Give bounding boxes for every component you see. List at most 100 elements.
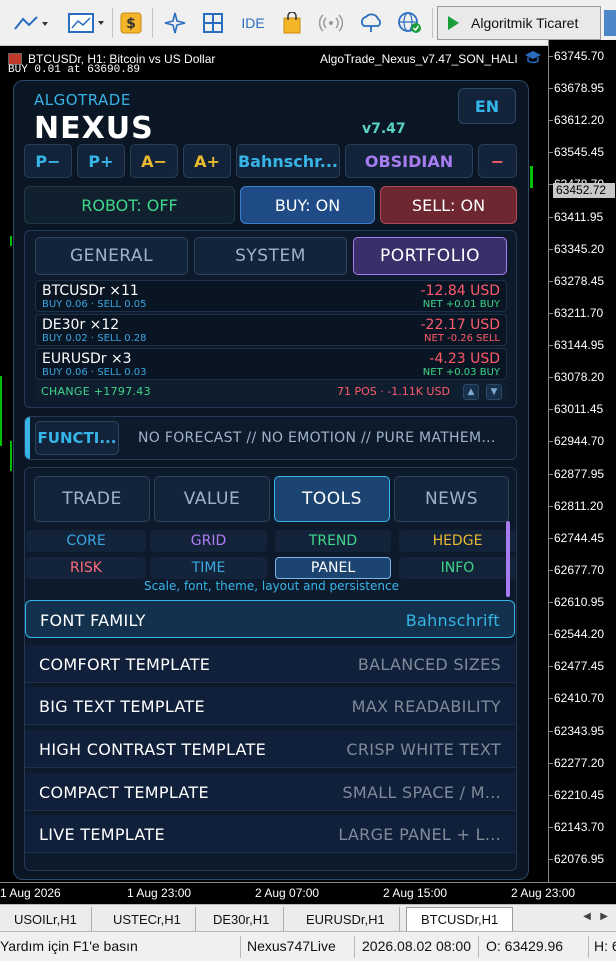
- subtab-time[interactable]: TIME: [150, 557, 267, 579]
- position-row[interactable]: EURUSDr ×3 BUY 0.06 · SELL 0.03 -4.23 US…: [35, 348, 507, 380]
- symbol-tab-ustec[interactable]: USTECr,H1: [99, 907, 196, 931]
- candle-bar: [10, 236, 12, 246]
- price-axis-label: 62677.70: [554, 562, 605, 577]
- tab-scroll-arrows[interactable]: ◀ ▶: [583, 911, 608, 922]
- price-axis-tick: [549, 826, 553, 828]
- theme-select-button[interactable]: OBSIDIAN: [345, 144, 473, 178]
- tools-section: TRADE VALUE TOOLS NEWS CORE GRID TREND H…: [24, 467, 517, 871]
- price-axis-tick: [549, 120, 553, 122]
- algo-trading-button[interactable]: Algoritmik Ticaret: [437, 6, 601, 40]
- tab-system[interactable]: SYSTEM: [194, 237, 347, 275]
- status-separator: [588, 936, 589, 958]
- panel-scale-down-button[interactable]: P−: [24, 144, 72, 178]
- signals-button[interactable]: [160, 8, 190, 38]
- list-item[interactable]: HIGH CONTRAST TEMPLATE CRISP WHITE TEXT: [25, 730, 515, 768]
- font-select-button[interactable]: Bahnschr...: [236, 144, 340, 178]
- signal-button[interactable]: [316, 8, 346, 38]
- tab-news[interactable]: NEWS: [394, 476, 509, 522]
- main-toolbar: $ IDE Algoritmik Ticaret: [0, 0, 616, 46]
- list-item[interactable]: LIVE TEMPLATE LARGE PANEL + L...: [25, 815, 515, 853]
- tab-tools[interactable]: TOOLS: [274, 476, 390, 522]
- ide-button[interactable]: IDE: [236, 8, 270, 38]
- function-button[interactable]: FUNCTI...: [35, 421, 119, 455]
- tab-general[interactable]: GENERAL: [35, 237, 188, 275]
- price-axis-tick: [549, 441, 553, 443]
- buy-toggle-button[interactable]: BUY: ON: [240, 186, 375, 224]
- section-description: Scale, font, theme, layout and persisten…: [144, 579, 399, 593]
- minimize-button[interactable]: −: [478, 144, 517, 178]
- vps-button[interactable]: [394, 8, 426, 38]
- tab-portfolio[interactable]: PORTFOLIO: [353, 237, 507, 275]
- price-axis-label: 62744.45: [554, 530, 605, 545]
- font-size-down-button[interactable]: A−: [130, 144, 178, 178]
- list-item-value: SMALL SPACE / M...: [342, 783, 501, 802]
- robot-toggle-button[interactable]: ROBOT: OFF: [24, 186, 235, 224]
- position-symbol: BTCUSDr ×11: [42, 283, 139, 299]
- price-axis-label: 63078.20: [554, 370, 605, 385]
- arrow-down-icon[interactable]: ▼: [486, 384, 502, 400]
- position-net: NET +0.03 BUY: [422, 367, 500, 378]
- list-item-value: BALANCED SIZES: [357, 655, 501, 674]
- list-item-value: Bahnschrift: [405, 611, 500, 630]
- price-axis-label: 62610.95: [554, 595, 605, 610]
- list-item-title: BIG TEXT TEMPLATE: [39, 697, 205, 716]
- price-axis-tick: [549, 859, 553, 860]
- subtab-trend[interactable]: TREND: [275, 530, 391, 552]
- ide-icon: IDE: [241, 15, 265, 31]
- subtab-info[interactable]: INFO: [399, 557, 516, 579]
- time-axis[interactable]: 1 Aug 2026 1 Aug 23:00 2 Aug 07:00 2 Aug 15…: [0, 882, 616, 904]
- trade-button[interactable]: $: [116, 8, 146, 38]
- function-accent: [25, 417, 30, 459]
- list-item[interactable]: BIG TEXT TEMPLATE MAX READABILITY: [25, 687, 515, 725]
- chart-settings-button[interactable]: [62, 8, 110, 38]
- market-button[interactable]: [278, 8, 306, 38]
- scrollbar-thumb[interactable]: [506, 521, 510, 597]
- price-axis-label: 63345.20: [554, 241, 605, 256]
- symbol-tab-btcusd[interactable]: BTCUSDr,H1: [406, 907, 514, 931]
- status-bar: Yardım için F1'e basın Nexus747Live 2026…: [0, 931, 616, 961]
- sell-toggle-button[interactable]: SELL: ON: [380, 186, 517, 224]
- candle-bar: [530, 166, 533, 188]
- toolbar-separator: [432, 8, 433, 38]
- font-size-up-button[interactable]: A+: [183, 144, 231, 178]
- list-item[interactable]: COMFORT TEMPLATE BALANCED SIZES: [25, 645, 515, 683]
- price-axis-tick: [549, 698, 553, 700]
- arrow-up-icon[interactable]: ▲: [463, 384, 479, 400]
- symbol-tab-de30[interactable]: DE30r,H1: [199, 907, 285, 931]
- symbol-tab-eurusd[interactable]: EURUSDr,H1: [292, 907, 400, 931]
- current-price-tag: 63452.72: [553, 183, 615, 198]
- signal-icon: [319, 14, 343, 32]
- price-axis-label: 62877.95: [554, 466, 605, 481]
- language-button[interactable]: EN: [458, 88, 516, 124]
- tab-value[interactable]: VALUE: [154, 476, 270, 522]
- price-axis[interactable]: 63745.7063678.9563612.2063545.4563478.70…: [548, 40, 616, 882]
- tab-trade[interactable]: TRADE: [34, 476, 150, 522]
- panel-scale-up-button[interactable]: P+: [77, 144, 125, 178]
- price-axis-tick: [549, 666, 553, 668]
- position-row[interactable]: DE30r ×12 BUY 0.02 · SELL 0.28 -22.17 US…: [35, 314, 507, 346]
- position-net: NET -0.26 SELL: [424, 333, 500, 344]
- price-axis-label: 62210.45: [554, 787, 605, 802]
- price-axis-label: 62076.95: [554, 852, 605, 866]
- play-icon: [448, 16, 459, 30]
- settings-scrollbar[interactable]: [506, 521, 510, 781]
- list-item[interactable]: COMPACT TEMPLATE SMALL SPACE / M...: [25, 773, 515, 811]
- subtab-risk[interactable]: RISK: [26, 557, 146, 579]
- layout-button[interactable]: [198, 8, 228, 38]
- subtab-core[interactable]: CORE: [26, 530, 146, 552]
- symbol-tab-usoil[interactable]: USOILr,H1: [0, 907, 92, 931]
- subtab-panel[interactable]: PANEL: [275, 557, 391, 579]
- subtab-grid[interactable]: GRID: [150, 530, 267, 552]
- portfolio-section: GENERAL SYSTEM PORTFOLIO BTCUSDr ×11 BUY…: [24, 230, 517, 408]
- price-axis-tick: [549, 505, 553, 507]
- toolbar-overflow-button[interactable]: [604, 10, 616, 36]
- price-axis-tick: [549, 345, 553, 347]
- chart-settings-icon: [68, 13, 104, 33]
- chart-type-button[interactable]: [8, 8, 54, 38]
- price-axis-tick: [549, 312, 553, 314]
- position-row[interactable]: BTCUSDr ×11 BUY 0.06 · SELL 0.05 -12.84 …: [35, 280, 507, 312]
- list-item[interactable]: FONT FAMILY Bahnschrift: [25, 600, 515, 638]
- price-axis-tick: [549, 634, 553, 636]
- subtab-hedge[interactable]: HEDGE: [399, 530, 516, 552]
- cloud-button[interactable]: [356, 8, 386, 38]
